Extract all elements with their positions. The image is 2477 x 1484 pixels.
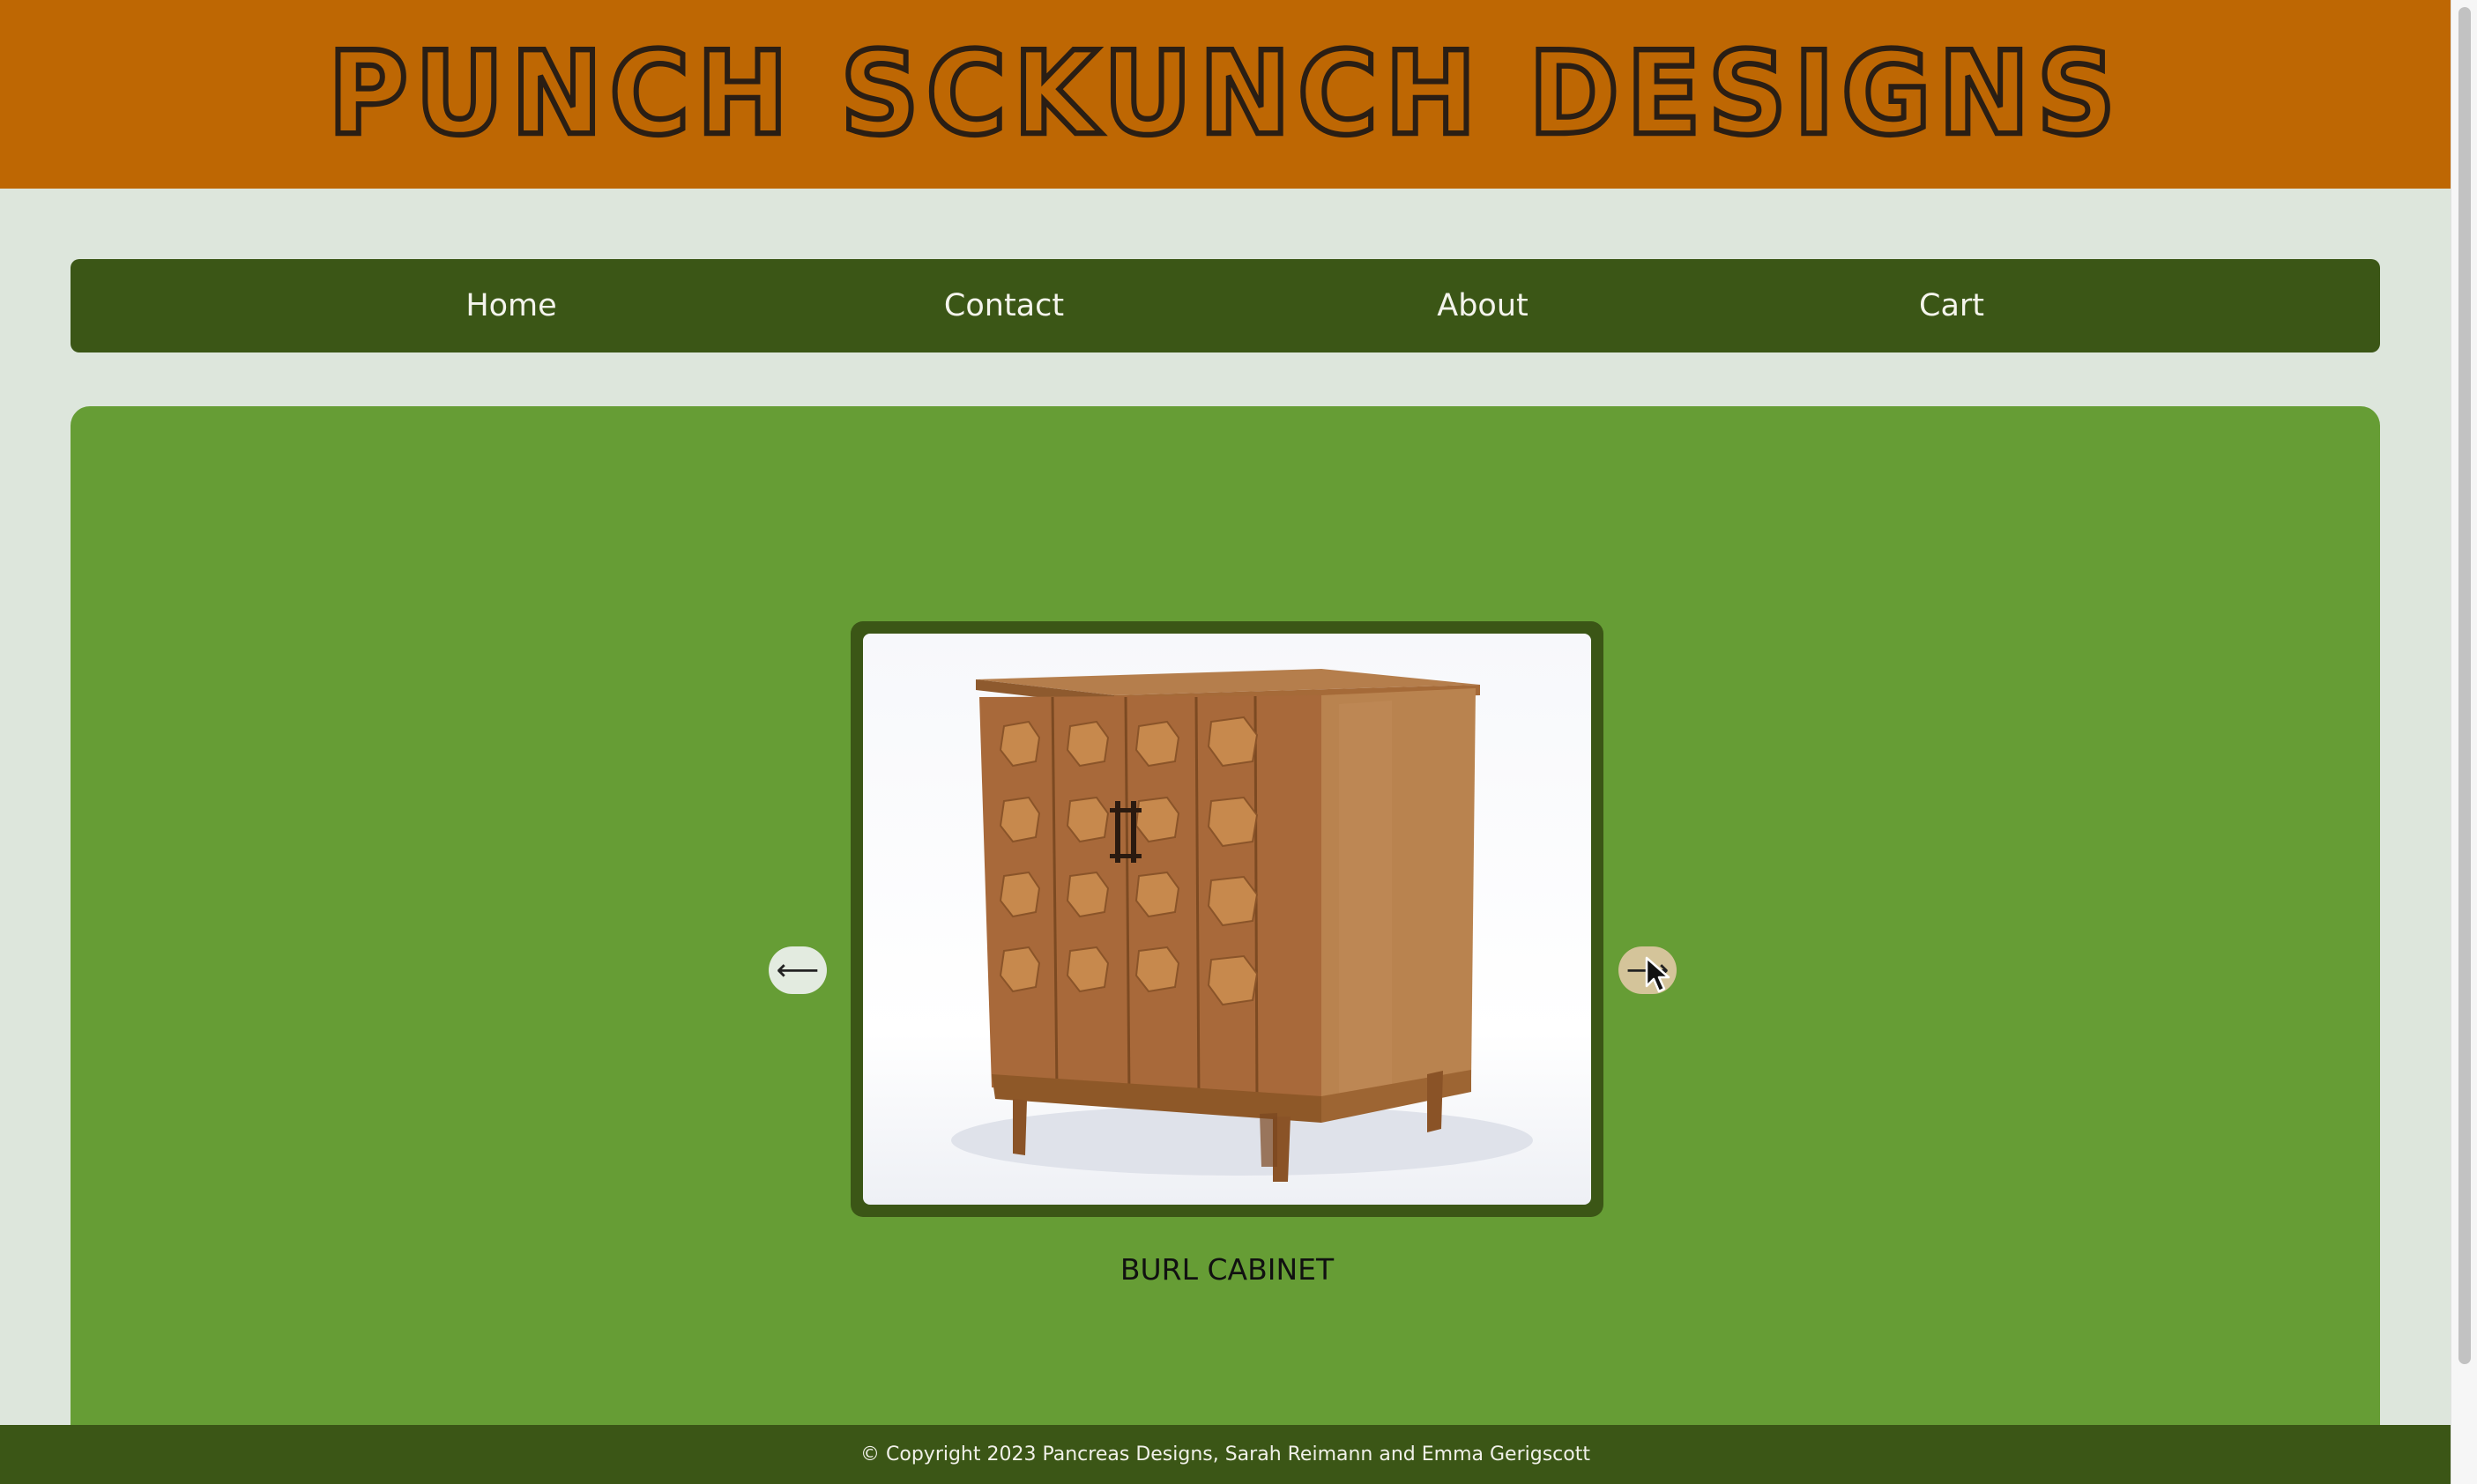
product-image-frame xyxy=(851,621,1603,1217)
cabinet-illustration xyxy=(951,669,1533,1182)
page: PUNCH SCKUNCH DESIGNS Home Contact About… xyxy=(0,0,2451,1484)
site-title: PUNCH SCKUNCH DESIGNS xyxy=(325,27,2123,161)
mouse-cursor-icon xyxy=(1645,956,1670,993)
site-header: PUNCH SCKUNCH DESIGNS xyxy=(0,0,2451,189)
vertical-scrollbar[interactable] xyxy=(2451,0,2477,1484)
nav-cart-link[interactable]: Cart xyxy=(1919,259,1984,352)
product-caption: BURL CABINET xyxy=(1119,1252,1335,1287)
scrollbar-thumb[interactable] xyxy=(2458,7,2471,1364)
product-carousel-section: ⟵ ⟶ BURL CABINET xyxy=(71,406,2380,1484)
nav-about-link[interactable]: About xyxy=(1437,259,1528,352)
main-nav: Home Contact About Cart xyxy=(71,259,2380,352)
nav-home-link[interactable]: Home xyxy=(465,259,556,352)
site-footer: © Copyright 2023 Pancreas Designs, Sarah… xyxy=(0,1425,2451,1484)
previous-image-button[interactable]: ⟵ xyxy=(769,946,827,994)
nav-contact-link[interactable]: Contact xyxy=(944,259,1064,352)
product-image xyxy=(863,634,1591,1205)
